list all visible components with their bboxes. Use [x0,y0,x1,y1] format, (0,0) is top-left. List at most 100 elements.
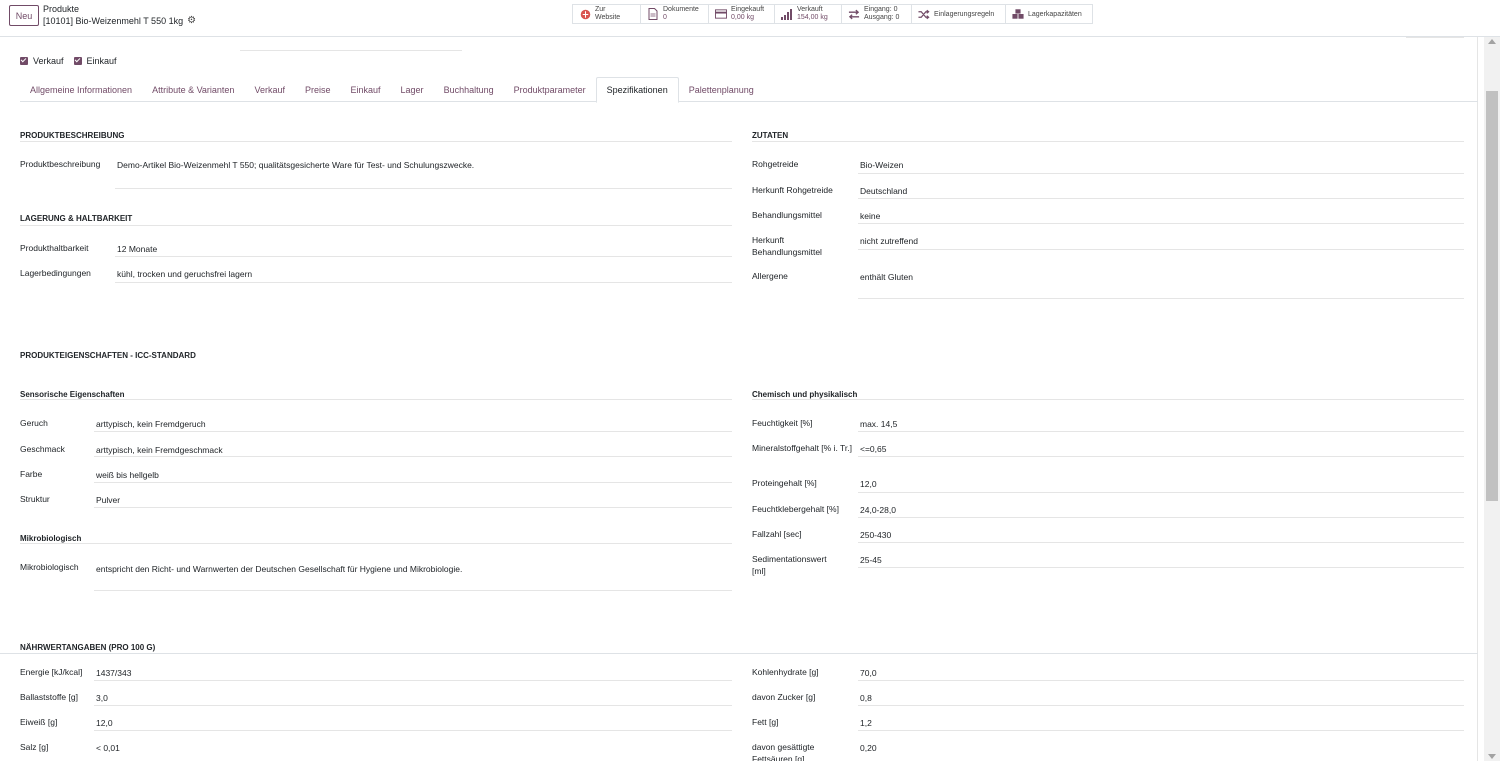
smell-label: Geruch [20,418,48,428]
description-field[interactable]: Demo-Artikel Bio-Weizenmehl T 550; quali… [117,159,474,171]
control-panel: Neu Produkte [10101] Bio-Weizenmehl T 55… [0,0,1500,37]
carbohydrates-field[interactable]: 70,0 [860,667,877,679]
documents-button[interactable]: Dokumente 0 [641,5,709,23]
exchange-icon [848,8,860,20]
tab-sales[interactable]: Verkauf [244,77,295,102]
sold-l1: Verkauft [797,6,823,13]
structure-label: Struktur [20,494,50,504]
energy-label: Energie [kJ/kcal] [20,667,83,677]
tab-purchase[interactable]: Einkauf [341,77,391,102]
tab-prices[interactable]: Preise [295,77,341,102]
purchased-l1: Eingekauft [731,6,765,13]
in-out-button[interactable]: Eingang: 0 Ausgang: 0 [842,5,912,23]
treatment-origin-field[interactable]: nicht zutreffend [860,235,918,247]
putaway-rules-button[interactable]: Einlagerungsregeln [912,5,1006,23]
salt-field[interactable]: < 0,01 [96,742,120,754]
tab-pallet-planning[interactable]: Palettenplanung [679,77,764,102]
field-underline [858,298,1464,299]
wet-gluten-label: Feuchtklebergehalt [%] [752,504,839,514]
field-underline [94,730,732,731]
treatment-agent-label: Behandlungsmittel [752,210,822,220]
fat-field[interactable]: 1,2 [860,717,872,729]
tab-inventory[interactable]: Lager [391,77,434,102]
nutrition-section-title: NÄHRWERTANGABEN (PRO 100 G) [20,643,156,652]
wet-gluten-field[interactable]: 24,0-28,0 [860,504,896,516]
description-label: Produktbeschreibung [20,159,101,169]
website-button[interactable]: Zur Website [573,5,641,23]
field-underline [858,705,1464,706]
section-divider [0,653,1478,654]
section-divider [20,141,732,142]
putaway-rules-label: Einlagerungsregeln [934,10,995,18]
tab-accounting[interactable]: Buchhaltung [434,77,504,102]
storage-conditions-field[interactable]: kühl, trocken und geruchsfrei lagern [117,268,252,280]
structure-field[interactable]: Pulver [96,494,120,506]
sale-checkbox-label: Verkauf [33,56,64,66]
sedimentation-field[interactable]: 25-45 [860,554,882,566]
microbiology-label: Mikrobiologisch [20,562,79,572]
grain-origin-field[interactable]: Deutschland [860,185,907,197]
field-underline [94,507,732,508]
mineral-content-field[interactable]: <=0,65 [860,443,886,455]
allergens-field[interactable]: enthält Gluten [860,271,913,283]
field-underline [94,590,732,591]
protein-content-field[interactable]: 12,0 [860,478,877,490]
scroll-up-icon[interactable] [1488,39,1496,44]
gear-icon[interactable]: ⚙ [187,15,196,26]
storage-capacity-button[interactable]: Lagerkapazitäten [1006,5,1092,23]
raw-grain-field[interactable]: Bio-Weizen [860,159,903,171]
storage-conditions-label: Lagerbedingungen [20,268,91,278]
falling-number-field[interactable]: 250-430 [860,529,891,541]
protein-field[interactable]: 12,0 [96,717,113,729]
taste-field[interactable]: arttypisch, kein Fremdgeschmack [96,444,223,456]
purchased-button[interactable]: Eingekauft 0,00 kg [709,5,775,23]
microbiology-field[interactable]: entspricht den Richt- und Warnwerten der… [96,563,462,575]
shelf-life-field[interactable]: 12 Monate [117,243,157,255]
sale-checkbox[interactable]: Verkauf [20,56,64,66]
fat-label: Fett [g] [752,717,779,727]
carbohydrates-label: Kohlenhydrate [g] [752,667,819,677]
purchase-checkbox[interactable]: Einkauf [73,56,117,66]
tab-general-info[interactable]: Allgemeine Informationen [20,77,142,102]
energy-field[interactable]: 1437/343 [96,667,131,679]
description-section-title: PRODUKTBESCHREIBUNG [20,131,125,140]
smart-buttons: Zur Website Dokumente 0 Eingekauft 0,00 kg … [572,4,1093,24]
shelf-life-label: Produkthaltbarkeit [20,243,89,253]
sugar-field[interactable]: 0,8 [860,692,872,704]
new-button[interactable]: Neu [9,5,39,26]
globe-icon [579,8,591,20]
field-underline [858,680,1464,681]
product-name-field[interactable] [240,50,462,51]
color-field[interactable]: weiß bis hellgelb [96,469,159,481]
field-underline [94,431,732,432]
fiber-field[interactable]: 3,0 [96,692,108,704]
scroll-down-icon[interactable] [1488,754,1496,759]
moisture-label: Feuchtigkeit [%] [752,418,813,428]
incoming-count: Eingang: 0 [864,6,898,13]
tab-specifications[interactable]: Spezifikationen [595,77,679,103]
document-icon [647,8,659,20]
field-underline [94,482,732,483]
breadcrumb-current: [10101] Bio-Weizenmehl T 550 1kg ⚙ [43,15,196,26]
sold-value: 154,00 kg [797,14,828,21]
purchased-value: 0,00 kg [731,14,754,21]
header-field-underline [1406,37,1464,38]
sold-button[interactable]: Verkauft 154,00 kg [775,5,842,23]
field-underline [858,173,1464,174]
vertical-scrollbar[interactable] [1484,37,1500,761]
breadcrumb-current-label: [10101] Bio-Weizenmehl T 550 1kg [43,15,184,26]
scrollbar-thumb[interactable] [1486,91,1498,501]
sugar-label: davon Zucker [g] [752,692,816,702]
treatment-agent-field[interactable]: keine [860,210,880,222]
breadcrumb-parent[interactable]: Produkte [43,4,79,14]
smell-field[interactable]: arttypisch, kein Fremdgeruch [96,418,206,430]
field-underline [94,680,732,681]
saturated-fat-field[interactable]: 0,20 [860,742,877,754]
moisture-field[interactable]: max. 14,5 [860,418,897,430]
shuffle-icon [918,8,930,20]
tab-product-parameters[interactable]: Produktparameter [504,77,596,102]
field-underline [115,188,732,189]
tab-attributes-variants[interactable]: Attribute & Varianten [142,77,244,102]
fiber-label: Ballaststoffe [g] [20,692,78,702]
credit-card-icon [715,8,727,20]
